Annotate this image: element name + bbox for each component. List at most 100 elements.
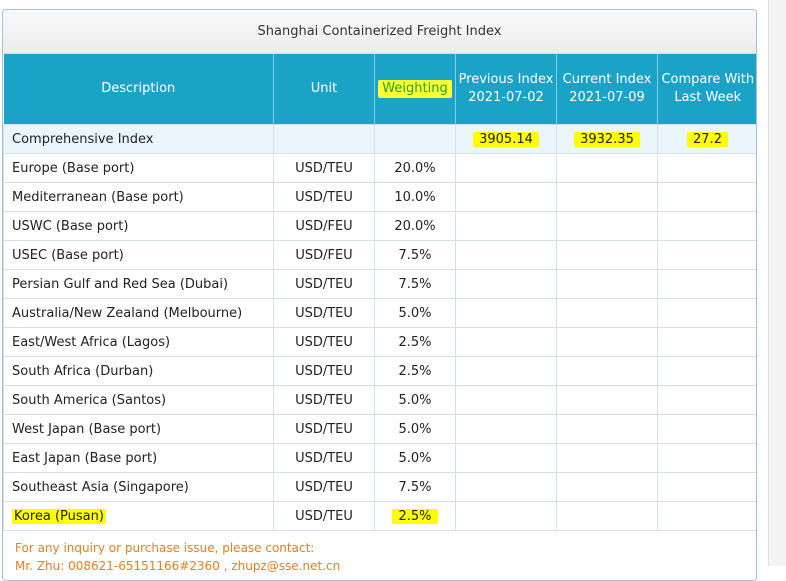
row-unit: USD/TEU [273,414,375,444]
row-previous-index [455,327,557,357]
current-index-value: 3932.35 [574,131,640,147]
row-unit: USD/TEU [273,327,375,357]
row-current-index [556,211,658,241]
row-compare [657,385,756,415]
row-description: Comprehensive Index [3,124,274,154]
table-row: USEC (Base port) USD/FEU 7.5% [3,240,756,270]
row-previous-index [455,472,557,502]
row-description: USEC (Base port) [3,240,274,270]
header-unit: Unit [273,54,375,125]
header-description: Description [3,54,274,125]
header-weighting-label: Weighting [378,80,452,98]
row-description: Korea (Pusan) [3,501,274,531]
compare-value: 27.2 [687,131,728,147]
row-unit: USD/TEU [273,472,375,502]
row-weighting: 2.5% [374,501,456,531]
row-weighting: 20.0% [374,211,456,241]
row-previous-index [455,443,557,473]
row-previous-index [455,356,557,386]
row-description: South America (Santos) [3,385,274,415]
row-previous-index [455,298,557,328]
header-current-index: Current Index 2021-07-09 [556,54,658,125]
row-description: Persian Gulf and Red Sea (Dubai) [3,269,274,299]
table-row: South America (Santos) USD/TEU 5.0% [3,385,756,415]
row-current-index [556,472,658,502]
contact-inquiry-text: For any inquiry or purchase issue, pleas… [15,541,315,555]
row-unit: USD/TEU [273,153,375,183]
row-current-index [556,385,658,415]
row-previous-index [455,182,557,212]
row-compare [657,153,756,183]
row-weighting [374,124,456,154]
row-unit: USD/FEU [273,211,375,241]
header-previous-label: Previous Index [458,72,554,87]
contact-footer: For any inquiry or purchase issue, pleas… [15,539,340,575]
row-unit: USD/TEU [273,501,375,531]
row-weighting: 7.5% [374,472,456,502]
row-compare [657,414,756,444]
panel-title: Shanghai Containerized Freight Index [3,10,756,54]
row-weighting: 5.0% [374,443,456,473]
row-compare [657,501,756,531]
row-previous-index: 3905.14 [455,124,557,154]
row-description: West Japan (Base port) [3,414,274,444]
header-compare-label: Compare With [661,72,755,87]
header-compare-sub: Last Week [674,90,742,105]
row-description: East Japan (Base port) [3,443,274,473]
row-previous-index [455,269,557,299]
sccfi-panel: Shanghai Containerized Freight Index Des… [2,9,757,581]
row-compare [657,269,756,299]
row-previous-index [455,385,557,415]
row-unit: USD/TEU [273,356,375,386]
table-row: Persian Gulf and Red Sea (Dubai) USD/TEU… [3,269,756,299]
row-unit [273,124,375,154]
table-row: Mediterranean (Base port) USD/TEU 10.0% [3,182,756,212]
row-compare [657,327,756,357]
table-row: Comprehensive Index 3905.14 3932.35 27.2 [3,124,756,154]
row-current-index [556,153,658,183]
row-description: East/West Africa (Lagos) [3,327,274,357]
table-row: Korea (Pusan) USD/TEU 2.5% [3,501,756,531]
korea-weighting-highlight: 2.5% [392,508,438,524]
row-weighting: 7.5% [374,240,456,270]
row-unit: USD/FEU [273,240,375,270]
header-current-date: 2021-07-09 [569,90,645,105]
row-current-index [556,182,658,212]
row-weighting: 10.0% [374,182,456,212]
row-weighting: 7.5% [374,269,456,299]
header-weighting: Weighting [374,54,456,125]
row-current-index [556,443,658,473]
row-unit: USD/TEU [273,182,375,212]
table-row: East Japan (Base port) USD/TEU 5.0% [3,443,756,473]
table-row: South Africa (Durban) USD/TEU 2.5% [3,356,756,386]
table-row: USWC (Base port) USD/FEU 20.0% [3,211,756,241]
contact-details-text: Mr. Zhu: 008621-65151166#2360 , zhupz@ss… [15,559,341,573]
row-current-index: 3932.35 [556,124,658,154]
row-previous-index [455,501,557,531]
header-previous-date: 2021-07-02 [468,90,544,105]
row-unit: USD/TEU [273,443,375,473]
row-compare [657,443,756,473]
header-compare-last-week: Compare With Last Week [657,54,756,125]
row-weighting: 5.0% [374,414,456,444]
row-compare: 27.2 [657,124,756,154]
row-weighting: 2.5% [374,356,456,386]
row-current-index [556,240,658,270]
header-previous-index: Previous Index 2021-07-02 [455,54,557,125]
row-current-index [556,298,658,328]
row-current-index [556,356,658,386]
row-compare [657,182,756,212]
table-row: East/West Africa (Lagos) USD/TEU 2.5% [3,327,756,357]
freight-index-table: Description Unit Weighting Previous Inde… [3,54,756,531]
scrollbar-track[interactable] [768,0,786,566]
korea-description-highlight: Korea (Pusan) [12,508,106,524]
row-unit: USD/TEU [273,385,375,415]
row-compare [657,298,756,328]
row-description: USWC (Base port) [3,211,274,241]
table-row: Australia/New Zealand (Melbourne) USD/TE… [3,298,756,328]
row-unit: USD/TEU [273,269,375,299]
row-weighting: 20.0% [374,153,456,183]
row-current-index [556,501,658,531]
row-previous-index [455,414,557,444]
row-current-index [556,269,658,299]
